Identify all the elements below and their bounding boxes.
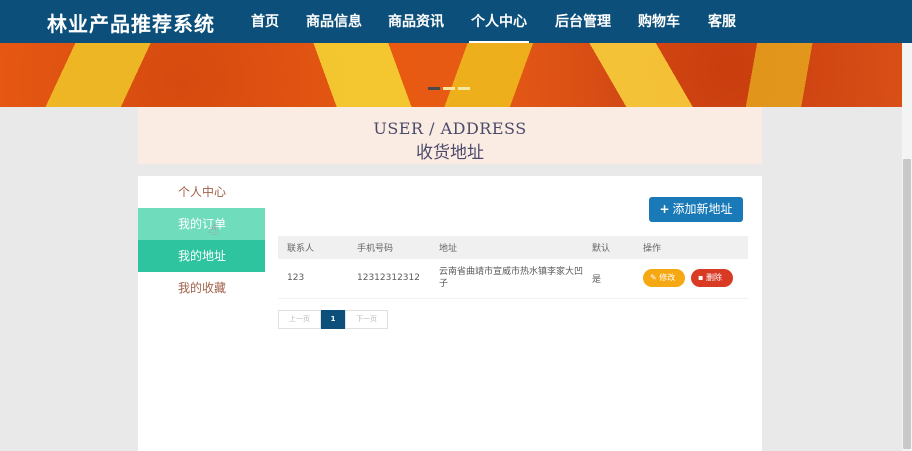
col-contact: 联系人 <box>278 236 348 259</box>
prev-page-button[interactable]: 上一页 <box>278 310 321 329</box>
carousel-dot-3[interactable] <box>458 87 470 90</box>
col-default: 默认 <box>583 236 634 259</box>
delete-button[interactable]: ▪ 删除 <box>691 269 733 288</box>
page-title-en: USER / ADDRESS <box>373 119 527 138</box>
nav-cart[interactable]: 购物车 <box>638 11 680 31</box>
carousel-dot-1[interactable] <box>428 87 440 90</box>
nav-admin[interactable]: 后台管理 <box>555 11 611 31</box>
table-header-row: 联系人 手机号码 地址 默认 操作 <box>278 236 748 259</box>
table-row: 123 12312312312 云南省曲靖市宣威市热水镇李家大凹子 是 ✎ 修改… <box>278 259 748 299</box>
page-title-cn: 收货地址 <box>416 143 484 163</box>
pagination: 上一页 1 下一页 <box>278 310 388 329</box>
edit-button[interactable]: ✎ 修改 <box>643 269 685 288</box>
nav-products[interactable]: 商品信息 <box>306 11 362 31</box>
add-address-label: 添加新地址 <box>672 202 733 216</box>
scrollbar-thumb[interactable] <box>903 159 911 449</box>
nav-home[interactable]: 首页 <box>251 11 279 31</box>
cell-phone: 12312312312 <box>348 259 430 299</box>
page-number-1[interactable]: 1 <box>321 310 345 329</box>
top-navbar: 林业产品推荐系统 首页 商品信息 商品资讯 个人中心 后台管理 购物车 客服 <box>0 0 912 43</box>
address-table: 联系人 手机号码 地址 默认 操作 123 12312312312 云南省曲靖市… <box>278 236 748 299</box>
page-scrollbar[interactable] <box>902 43 912 451</box>
carousel-dot-2[interactable] <box>443 87 455 90</box>
nav-service[interactable]: 客服 <box>708 11 736 31</box>
plus-icon: + <box>659 202 670 216</box>
col-actions: 操作 <box>634 236 748 259</box>
edit-label: 修改 <box>659 273 676 283</box>
sidebar-item-my-orders[interactable]: 我的订单 <box>138 208 265 240</box>
sidebar-item-my-favorites[interactable]: 我的收藏 <box>138 272 265 304</box>
sidebar-item-my-address[interactable]: 我的地址 <box>138 240 265 272</box>
trash-icon: ▪ <box>698 273 706 283</box>
brand-title[interactable]: 林业产品推荐系统 <box>47 8 215 37</box>
cell-default: 是 <box>583 259 634 299</box>
cell-address: 云南省曲靖市宣威市热水镇李家大凹子 <box>430 259 583 299</box>
pencil-icon: ✎ <box>650 273 660 283</box>
page-header: USER / ADDRESS 收货地址 <box>138 107 762 164</box>
col-phone: 手机号码 <box>348 236 430 259</box>
add-address-button[interactable]: + 添加新地址 <box>649 197 743 222</box>
carousel-indicators <box>428 87 470 90</box>
nav-news[interactable]: 商品资讯 <box>388 11 444 31</box>
banner-carousel <box>0 43 912 107</box>
cell-contact: 123 <box>278 259 348 299</box>
sidebar-item-personal-center[interactable]: 个人中心 <box>138 176 265 208</box>
next-page-button[interactable]: 下一页 <box>345 310 388 329</box>
col-address: 地址 <box>430 236 583 259</box>
delete-label: 删除 <box>705 273 722 283</box>
hand-pointer-icon: ☝ <box>209 220 219 238</box>
cell-actions: ✎ 修改 ▪ 删除 <box>634 259 748 299</box>
nav-personal-center[interactable]: 个人中心 <box>469 11 529 43</box>
